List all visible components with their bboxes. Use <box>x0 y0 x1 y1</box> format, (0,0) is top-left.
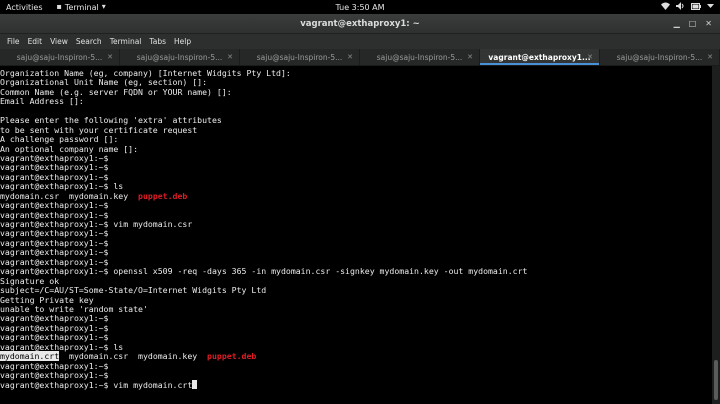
maximize-icon[interactable]: □ <box>689 19 697 28</box>
menu-tabs[interactable]: Tabs <box>145 37 170 46</box>
terminal-text: vagrant@exthaproxy1:~$ <box>0 370 109 380</box>
terminal-tab[interactable]: saju@saju-Inspiron-5... ✕ <box>120 49 240 65</box>
menu-search[interactable]: Search <box>72 37 106 46</box>
battery-icon <box>691 2 701 12</box>
wifi-icon <box>661 2 670 12</box>
tab-label: saju@saju-Inspiron-5... <box>136 52 223 62</box>
tab-label: saju@saju-Inspiron-5... <box>256 52 343 62</box>
terminal-tab[interactable]: saju@saju-Inspiron-5... ✕ <box>600 49 720 65</box>
tab-close-icon[interactable]: ✕ <box>707 53 713 61</box>
minimize-icon[interactable]: ▁ <box>674 19 680 28</box>
tab-label: vagrant@exthaproxy1... <box>488 52 591 62</box>
scrollbar-thumb[interactable] <box>714 360 718 400</box>
menu-terminal[interactable]: Terminal <box>106 37 146 46</box>
terminal-text: vagrant@exthaproxy1:~$ openssl x509 -req… <box>0 266 528 277</box>
terminal-tab[interactable]: saju@saju-Inspiron-5... ✕ <box>0 49 120 65</box>
window-title: vagrant@exthaproxy1: ~ <box>300 18 420 29</box>
menu-file[interactable]: File <box>3 37 24 46</box>
terminal-line: vagrant@exthaproxy1:~$ vim mydomain.crt <box>0 380 712 391</box>
terminal-text: vagrant@exthaproxy1:~$ vim mydomain.crt <box>0 380 193 391</box>
terminal-app-icon: ▪ <box>56 2 62 11</box>
activities-button[interactable]: Activities <box>6 3 43 12</box>
chevron-down-icon: ▾ <box>101 2 106 11</box>
terminal-tab[interactable]: saju@saju-Inspiron-5... ✕ <box>360 49 480 65</box>
power-menu-icon <box>707 3 714 11</box>
volume-icon <box>676 2 685 12</box>
tab-label: saju@saju-Inspiron-5... <box>16 52 103 62</box>
menu-edit[interactable]: Edit <box>24 37 47 46</box>
terminal-scrollbar[interactable] <box>712 66 720 404</box>
terminal-line: vagrant@exthaproxy1:~$ <box>0 370 712 380</box>
terminal-text: Email Address []: <box>0 96 84 107</box>
terminal-line: Common Name (e.g. server FQDN or YOUR na… <box>0 87 712 97</box>
tab-close-icon[interactable]: ✕ <box>467 53 473 61</box>
terminal-tab-active[interactable]: vagrant@exthaproxy1... ✕ <box>480 49 600 65</box>
tab-close-icon[interactable]: ✕ <box>347 53 353 61</box>
package-file-name: puppet.deb <box>207 351 257 362</box>
tab-close-icon[interactable]: ✕ <box>587 53 593 61</box>
window-title-bar[interactable]: vagrant@exthaproxy1: ~ ▁ □ ✕ <box>0 14 720 34</box>
tab-close-icon[interactable]: ✕ <box>107 53 113 61</box>
text-cursor <box>192 380 198 390</box>
system-menu[interactable] <box>661 2 714 12</box>
terminal-tab[interactable]: saju@saju-Inspiron-5... ✕ <box>240 49 360 65</box>
tab-bar: saju@saju-Inspiron-5... ✕ saju@saju-Inspi… <box>0 49 720 66</box>
gnome-top-bar: Activities ▪ Terminal ▾ Tue 3:50 AM <box>0 0 720 14</box>
package-file-name: puppet.deb <box>138 190 188 201</box>
terminal-line: vagrant@exthaproxy1:~$ openssl x509 -req… <box>0 266 712 277</box>
menu-bar: File Edit View Search Terminal Tabs Help <box>0 34 720 49</box>
terminal-line: Email Address []: <box>0 97 712 106</box>
tab-label: saju@saju-Inspiron-5... <box>376 52 463 62</box>
app-menu-label: Terminal <box>64 2 99 12</box>
menu-view[interactable]: View <box>46 37 72 46</box>
menu-help[interactable]: Help <box>170 37 195 46</box>
close-icon[interactable]: ✕ <box>705 19 712 28</box>
app-menu-button[interactable]: ▪ Terminal ▾ <box>57 3 106 12</box>
tab-close-icon[interactable]: ✕ <box>227 53 233 61</box>
terminal-line: subject=/C=AU/ST=Some-State/O=Internet W… <box>0 285 712 295</box>
clock[interactable]: Tue 3:50 AM <box>335 3 384 12</box>
tab-label: saju@saju-Inspiron-5... <box>616 52 703 62</box>
terminal-output[interactable]: Organization Name (eg, company) [Interne… <box>0 66 712 404</box>
